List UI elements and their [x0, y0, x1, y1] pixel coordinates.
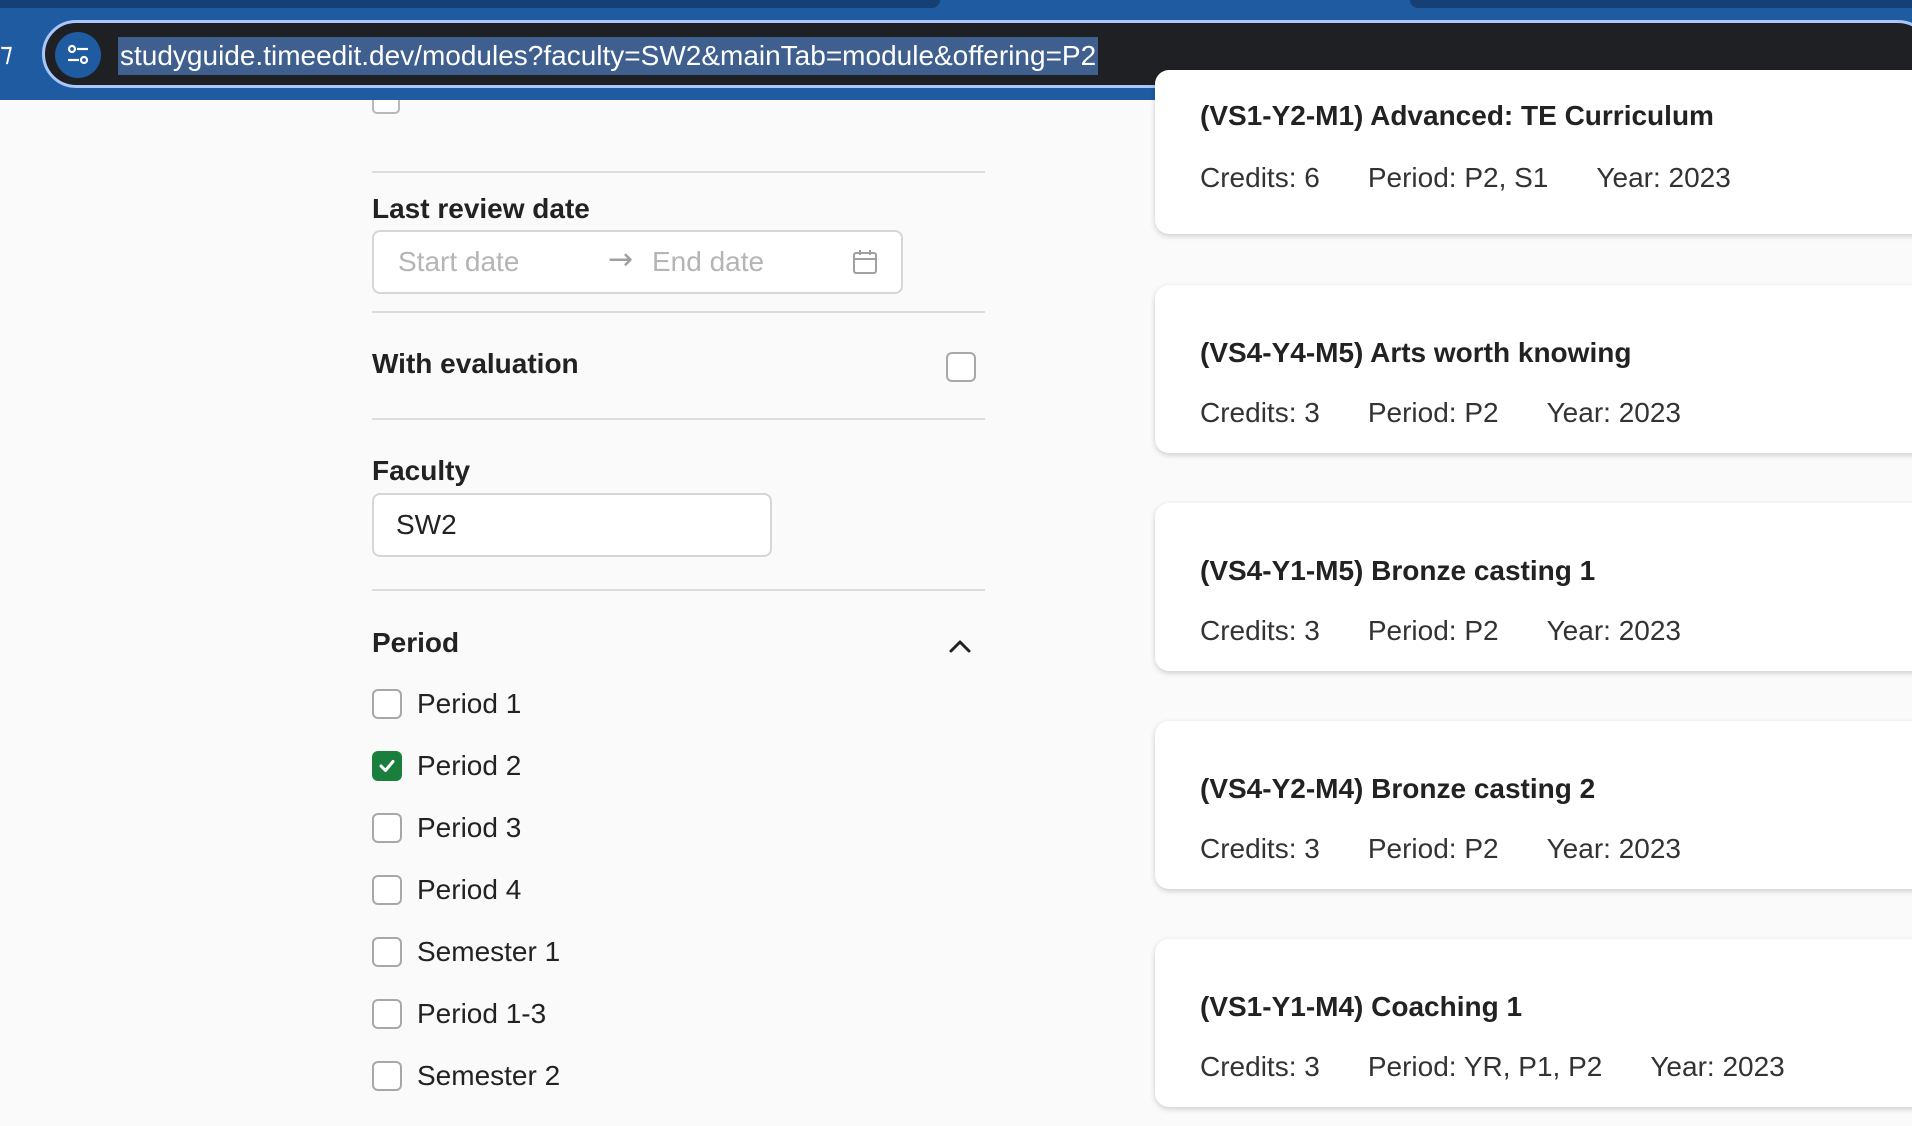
- period-option[interactable]: Period 1: [372, 684, 521, 724]
- module-period: Period: P2: [1367, 615, 1499, 646]
- start-date-input[interactable]: Start date: [398, 246, 519, 278]
- checkbox[interactable]: [372, 937, 402, 967]
- module-period: Period: P2: [1367, 833, 1499, 864]
- period-option[interactable]: Semester 2: [372, 1056, 560, 1096]
- module-card[interactable]: (VS4-Y2-M4) Bronze casting 2 Credits: 3 …: [1155, 721, 1912, 889]
- module-credits: Credits: 3: [1200, 1051, 1320, 1082]
- review-date-range-picker[interactable]: Start date → End date: [372, 230, 903, 294]
- tab-strip: [1410, 0, 1912, 8]
- module-period: Period: P2, S1: [1367, 162, 1549, 193]
- period-option[interactable]: Period 2: [372, 746, 521, 786]
- check-icon: [379, 760, 395, 772]
- tab-strip: [0, 0, 940, 8]
- divider: [372, 418, 985, 420]
- module-period: Period: P2: [1367, 397, 1499, 428]
- module-title[interactable]: (VS1-Y1-M4) Coaching 1: [1200, 991, 1522, 1023]
- module-title[interactable]: (VS1-Y2-M1) Advanced: TE Curriculum: [1200, 100, 1714, 132]
- module-title[interactable]: (VS4-Y4-M5) Arts worth knowing: [1200, 337, 1631, 369]
- module-title[interactable]: (VS4-Y1-M5) Bronze casting 1: [1200, 555, 1595, 587]
- period-option-label: Period 2: [417, 750, 522, 781]
- module-year: Year: 2023: [1596, 162, 1731, 193]
- range-arrow-icon: →: [608, 242, 634, 277]
- checkbox[interactable]: [372, 999, 402, 1029]
- module-meta: Credits: 3 Period: P2 Year: 2023: [1200, 615, 1729, 647]
- checkbox[interactable]: [372, 689, 402, 719]
- module-meta: Credits: 6 Period: P2, S1 Year: 2023: [1200, 162, 1779, 194]
- module-year: Year: 2023: [1650, 1051, 1785, 1082]
- tune-icon[interactable]: [55, 32, 101, 78]
- checkbox[interactable]: [372, 100, 400, 114]
- end-date-input[interactable]: End date: [652, 246, 764, 278]
- checkbox-checked[interactable]: [372, 751, 402, 781]
- module-year: Year: 2023: [1546, 615, 1681, 646]
- module-credits: Credits: 3: [1200, 833, 1320, 864]
- cut-off-filter-row: [372, 100, 985, 120]
- faculty-input[interactable]: SW2: [372, 493, 772, 557]
- module-credits: Credits: 3: [1200, 615, 1320, 646]
- module-card[interactable]: (VS4-Y4-M5) Arts worth knowing Credits: …: [1155, 285, 1912, 453]
- checkbox[interactable]: [372, 813, 402, 843]
- module-year: Year: 2023: [1546, 833, 1681, 864]
- period-option-label: Period 3: [417, 812, 522, 843]
- url-text[interactable]: studyguide.timeedit.dev/modules?faculty=…: [118, 37, 1099, 75]
- divider: [372, 589, 985, 591]
- period-option[interactable]: Period 4: [372, 870, 521, 910]
- chevron-up-icon[interactable]: [946, 632, 974, 660]
- module-year: Year: 2023: [1546, 397, 1681, 428]
- module-card[interactable]: (VS1-Y2-M1) Advanced: TE Curriculum Cred…: [1155, 70, 1912, 234]
- with-evaluation-label: With evaluation: [372, 348, 579, 379]
- back-icon[interactable]: ⁊: [0, 38, 13, 68]
- calendar-icon[interactable]: [852, 249, 878, 279]
- module-card[interactable]: (VS4-Y1-M5) Bronze casting 1 Credits: 3 …: [1155, 503, 1912, 671]
- module-credits: Credits: 3: [1200, 397, 1320, 428]
- module-card[interactable]: (VS1-Y1-M4) Coaching 1 Credits: 3 Period…: [1155, 939, 1912, 1107]
- period-option-label: Semester 1: [417, 936, 561, 967]
- period-option-label: Period 1: [417, 688, 522, 719]
- divider: [372, 171, 985, 173]
- with-evaluation-checkbox[interactable]: [946, 352, 976, 382]
- checkbox[interactable]: [372, 875, 402, 905]
- faculty-label: Faculty: [372, 455, 471, 486]
- period-label: Period: [372, 627, 460, 658]
- period-option[interactable]: Semester 1: [372, 932, 560, 972]
- module-meta: Credits: 3 Period: P2 Year: 2023: [1200, 833, 1729, 865]
- last-review-date-label: Last review date: [372, 193, 590, 224]
- period-option-label: Period 1-3: [417, 998, 547, 1029]
- module-meta: Credits: 3 Period: YR, P1, P2 Year: 2023: [1200, 1051, 1833, 1083]
- module-period: Period: YR, P1, P2: [1367, 1051, 1603, 1082]
- period-option[interactable]: Period 1-3: [372, 994, 546, 1034]
- module-title[interactable]: (VS4-Y2-M4) Bronze casting 2: [1200, 773, 1595, 805]
- period-option[interactable]: Period 3: [372, 808, 521, 848]
- module-meta: Credits: 3 Period: P2 Year: 2023: [1200, 397, 1729, 429]
- checkbox[interactable]: [372, 1061, 402, 1091]
- period-option-label: Period 4: [417, 874, 522, 905]
- module-credits: Credits: 6: [1200, 162, 1320, 193]
- period-option-label: Semester 2: [417, 1060, 561, 1091]
- divider: [372, 311, 985, 313]
